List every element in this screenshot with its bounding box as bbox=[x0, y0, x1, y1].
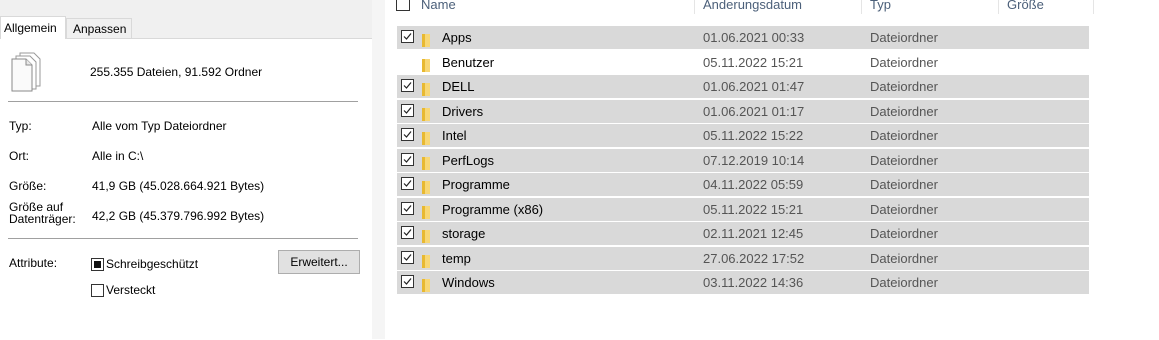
file-date: 02.11.2021 12:45 bbox=[703, 226, 804, 241]
column-header-size[interactable]: Größe bbox=[1007, 0, 1044, 12]
file-date: 07.12.2019 10:14 bbox=[703, 152, 805, 168]
folder-icon bbox=[422, 31, 430, 47]
file-date: 01.06.2021 01:17 bbox=[703, 103, 805, 119]
size-label: Größe: bbox=[9, 179, 47, 193]
file-name: PerfLogs bbox=[442, 152, 495, 168]
column-separator[interactable] bbox=[694, 0, 695, 14]
file-date: 05.11.2022 15:21 bbox=[703, 54, 804, 70]
file-name: Programme bbox=[442, 177, 510, 192]
file-row[interactable]: storage 02.11.2021 12:45 Dateiordner bbox=[397, 222, 1089, 245]
row-checkbox[interactable] bbox=[401, 128, 414, 141]
row-checkbox[interactable] bbox=[401, 103, 414, 117]
folder-icon bbox=[422, 227, 430, 243]
tab-customize[interactable]: Anpassen bbox=[66, 18, 132, 38]
column-header-row: Name Änderungsdatum Typ Größe bbox=[396, 0, 1096, 14]
file-row[interactable]: Drivers 01.06.2021 01:17 Dateiordner bbox=[397, 99, 1089, 123]
properties-panel: 255.355 Dateien, 91.592 Ordner Typ: Alle… bbox=[0, 38, 372, 340]
file-row[interactable]: Windows 03.11.2022 14:36 Dateiordner bbox=[397, 271, 1089, 294]
advanced-button[interactable]: Erweitert... bbox=[278, 250, 360, 274]
hidden-checkbox[interactable] bbox=[91, 284, 104, 297]
file-date: 03.11.2022 14:36 bbox=[703, 275, 804, 290]
file-name: Apps bbox=[442, 30, 472, 45]
file-type: Dateiordner bbox=[870, 54, 938, 70]
folder-icon bbox=[422, 80, 430, 96]
folder-icon bbox=[422, 105, 430, 121]
file-type: Dateiordner bbox=[870, 79, 938, 94]
readonly-label: Schreibgeschützt bbox=[106, 257, 199, 271]
file-type: Dateiordner bbox=[870, 152, 938, 168]
file-date: 01.06.2021 01:47 bbox=[703, 79, 805, 94]
file-type: Dateiordner bbox=[870, 201, 938, 217]
file-name: storage bbox=[442, 226, 486, 241]
column-header-name[interactable]: Name bbox=[421, 0, 456, 12]
size-on-disk-label-line2: Datenträger: bbox=[9, 212, 76, 226]
type-label: Typ: bbox=[9, 119, 32, 133]
size-value: 41,9 GB (45.028.664.921 Bytes) bbox=[92, 179, 265, 193]
properties-dialog: Allgemein Anpassen 255.355 Dateien, 91.5… bbox=[0, 0, 372, 340]
type-value: Alle vom Typ Dateiordner bbox=[92, 119, 227, 133]
folder-icon bbox=[422, 178, 430, 194]
separator bbox=[8, 238, 358, 239]
folder-icon bbox=[422, 203, 430, 219]
folder-icon bbox=[422, 154, 430, 170]
file-row[interactable]: Benutzer 05.11.2022 15:21 Dateiordner bbox=[397, 51, 1089, 74]
file-type: Dateiordner bbox=[870, 30, 938, 45]
row-checkbox[interactable] bbox=[401, 152, 414, 166]
file-date: 27.06.2022 17:52 bbox=[703, 250, 805, 266]
file-row[interactable]: PerfLogs 07.12.2019 10:14 Dateiordner bbox=[397, 148, 1089, 172]
window-divider bbox=[372, 0, 385, 339]
file-row[interactable]: Intel 05.11.2022 15:22 Dateiordner bbox=[397, 124, 1089, 147]
file-type: Dateiordner bbox=[870, 177, 938, 192]
file-row[interactable]: Programme (x86) 05.11.2022 15:21 Dateiordn… bbox=[397, 197, 1089, 221]
file-name: Windows bbox=[442, 275, 495, 290]
folder-icon bbox=[422, 276, 430, 292]
row-checkbox[interactable] bbox=[401, 79, 414, 92]
row-checkbox[interactable] bbox=[401, 226, 414, 239]
column-header-type[interactable]: Typ bbox=[870, 0, 891, 12]
file-date: 01.06.2021 00:33 bbox=[703, 30, 805, 45]
file-name: Intel bbox=[442, 128, 467, 143]
column-separator[interactable] bbox=[1093, 0, 1094, 14]
attributes-label: Attribute: bbox=[9, 256, 58, 270]
row-checkbox[interactable] bbox=[401, 177, 414, 190]
file-name: DELL bbox=[442, 79, 475, 94]
size-on-disk-value: 42,2 GB (45.379.796.992 Bytes) bbox=[92, 209, 265, 223]
separator bbox=[8, 101, 358, 102]
file-row[interactable]: Programme 04.11.2022 05:59 Dateiordner bbox=[397, 173, 1089, 196]
folder-icon bbox=[422, 129, 430, 145]
column-separator[interactable] bbox=[998, 0, 999, 14]
folder-icon bbox=[422, 252, 430, 268]
file-date: 04.11.2022 05:59 bbox=[703, 177, 804, 192]
file-name: Programme (x86) bbox=[442, 201, 544, 217]
location-value: Alle in C:\ bbox=[92, 149, 144, 163]
column-separator[interactable] bbox=[861, 0, 862, 14]
multiple-files-icon bbox=[10, 52, 42, 95]
file-date: 05.11.2022 15:22 bbox=[703, 128, 804, 143]
file-date: 05.11.2022 15:21 bbox=[703, 201, 804, 217]
file-row[interactable]: Apps 01.06.2021 00:33 Dateiordner bbox=[397, 26, 1089, 49]
file-type: Dateiordner bbox=[870, 103, 938, 119]
file-name: Drivers bbox=[442, 103, 484, 119]
file-type: Dateiordner bbox=[870, 128, 938, 143]
file-type: Dateiordner bbox=[870, 226, 938, 241]
file-type: Dateiordner bbox=[870, 250, 938, 266]
file-type: Dateiordner bbox=[870, 275, 938, 290]
location-label: Ort: bbox=[9, 149, 29, 163]
row-checkbox[interactable] bbox=[401, 250, 414, 264]
column-header-date[interactable]: Änderungsdatum bbox=[703, 0, 802, 12]
row-checkbox[interactable] bbox=[401, 30, 414, 43]
hidden-label: Versteckt bbox=[106, 283, 156, 297]
file-row[interactable]: temp 27.06.2022 17:52 Dateiordner bbox=[397, 246, 1089, 270]
row-checkbox[interactable] bbox=[401, 275, 414, 288]
row-checkbox[interactable] bbox=[401, 201, 414, 215]
file-name: temp bbox=[442, 250, 471, 266]
file-row[interactable]: DELL 01.06.2021 01:47 Dateiordner bbox=[397, 75, 1089, 98]
tab-general[interactable]: Allgemein bbox=[0, 16, 66, 39]
folder-icon bbox=[422, 56, 430, 72]
file-name: Benutzer bbox=[442, 54, 495, 70]
summary-text: 255.355 Dateien, 91.592 Ordner bbox=[90, 65, 263, 79]
readonly-checkbox[interactable] bbox=[91, 258, 104, 271]
